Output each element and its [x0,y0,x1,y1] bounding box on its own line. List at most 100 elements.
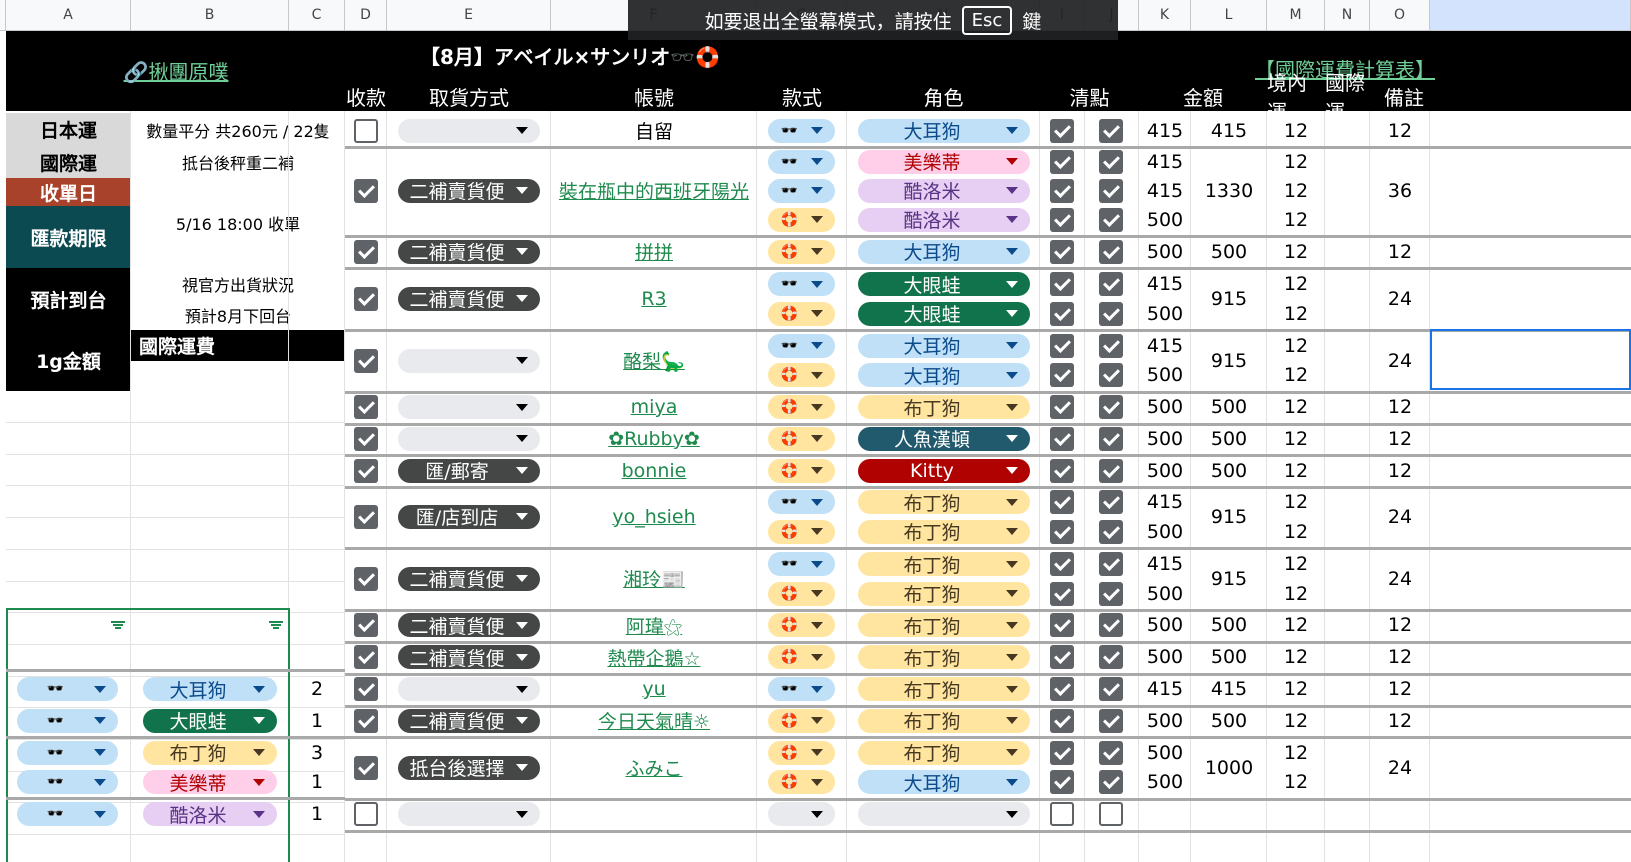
column-header-M[interactable]: M [1267,0,1325,31]
style-dropdown[interactable]: 🛟 [768,519,835,544]
verify-checkbox[interactable] [1099,802,1123,826]
column-header-B[interactable]: B [131,0,289,31]
role-dropdown[interactable]: 大眼蛙 [858,272,1030,296]
count-checkbox[interactable] [1050,770,1074,794]
account-name[interactable]: 拼拼 [551,237,757,266]
role-dropdown[interactable]: 布丁狗 [858,552,1030,576]
style-dropdown[interactable] [768,802,835,826]
style-dropdown[interactable]: 🕶️ [768,178,835,203]
pickup-dropdown[interactable] [398,426,540,451]
account-link[interactable]: ✿Rubby✿ [608,428,700,450]
account-link[interactable]: yu [642,678,665,700]
count-checkbox[interactable] [1050,708,1074,733]
pickup-dropdown[interactable]: 二補賣貨便 [398,708,540,733]
count-checkbox[interactable] [1050,677,1074,701]
count-checkbox[interactable] [1050,613,1074,637]
verify-checkbox[interactable] [1099,740,1123,765]
pickup-dropdown[interactable]: 二補賣貨便 [398,645,540,669]
verify-checkbox[interactable] [1099,301,1123,326]
style-dropdown[interactable]: 🛟 [768,645,835,669]
count-checkbox[interactable] [1050,395,1074,419]
style-dropdown[interactable]: 🛟 [768,770,835,794]
verify-checkbox[interactable] [1099,490,1123,514]
account-link[interactable]: 阿瑋⚝ [626,612,682,639]
paid-checkbox[interactable] [354,286,378,311]
style-dropdown[interactable]: 🛟 [768,395,835,419]
role-dropdown[interactable]: 酷洛米 [858,207,1030,232]
pickup-dropdown[interactable]: 二補賣貨便 [398,613,540,637]
account-name[interactable]: 熱帶企鵝☆ [551,642,757,672]
style-dropdown[interactable]: 🛟 [768,613,835,637]
count-checkbox[interactable] [1050,272,1074,296]
verify-checkbox[interactable] [1099,207,1123,232]
verify-checkbox[interactable] [1099,708,1123,733]
pickup-dropdown[interactable]: 抵台後選擇 [398,755,540,780]
account-name[interactable]: yu [551,674,757,704]
paid-checkbox[interactable] [354,395,378,419]
role-dropdown[interactable]: 布丁狗 [858,740,1030,765]
count-checkbox[interactable] [1050,458,1074,483]
paid-checkbox[interactable] [354,239,378,264]
style-dropdown[interactable]: 🛟 [768,740,835,765]
role-dropdown[interactable]: 酷洛米 [858,178,1030,203]
pickup-dropdown[interactable] [398,118,540,143]
count-checkbox[interactable] [1050,301,1074,326]
account-link[interactable]: 今日天氣晴☼ [598,707,710,734]
style-dropdown[interactable]: 🛟 [768,426,835,451]
role-dropdown[interactable]: 大耳狗 [858,770,1030,794]
role-dropdown[interactable]: 布丁狗 [858,645,1030,669]
pickup-dropdown[interactable]: 二補賣貨便 [398,239,540,264]
paid-checkbox[interactable] [354,566,378,591]
pickup-dropdown[interactable]: 二補賣貨便 [398,178,540,203]
summary-role-dropdown[interactable]: 大耳狗 [143,677,277,701]
count-checkbox[interactable] [1050,490,1074,514]
role-dropdown[interactable]: 布丁狗 [858,395,1030,419]
column-header-K[interactable]: K [1139,0,1191,31]
verify-checkbox[interactable] [1099,272,1123,296]
role-dropdown[interactable]: 大眼蛙 [858,301,1030,326]
verify-checkbox[interactable] [1099,426,1123,451]
count-checkbox[interactable] [1050,740,1074,765]
count-checkbox[interactable] [1050,239,1074,264]
verify-checkbox[interactable] [1099,395,1123,419]
count-checkbox[interactable] [1050,552,1074,576]
role-dropdown[interactable]: 布丁狗 [858,490,1030,514]
pickup-dropdown[interactable]: 匯/店到店 [398,504,540,529]
role-dropdown[interactable]: 布丁狗 [858,613,1030,637]
verify-checkbox[interactable] [1099,581,1123,606]
account-link[interactable]: yo_hsieh [612,506,695,528]
style-dropdown[interactable]: 🛟 [768,581,835,606]
summary-style-dropdown[interactable]: 🕶️ [17,708,118,733]
style-dropdown[interactable]: 🛟 [768,363,835,387]
count-checkbox[interactable] [1050,426,1074,451]
account-link[interactable]: 熱帶企鵝☆ [607,644,700,671]
paid-checkbox[interactable] [354,755,378,780]
role-dropdown[interactable] [858,802,1030,826]
verify-checkbox[interactable] [1099,178,1123,203]
account-name[interactable]: ✿Rubby✿ [551,424,757,453]
summary-style-dropdown[interactable]: 🕶️ [17,802,118,826]
verify-checkbox[interactable] [1099,363,1123,387]
column-header-N[interactable]: N [1325,0,1370,31]
account-name[interactable]: 酪梨🦕 [551,331,757,390]
paid-checkbox[interactable] [354,348,378,373]
account-name[interactable] [551,799,757,829]
verify-checkbox[interactable] [1099,118,1123,143]
pickup-dropdown[interactable]: 匯/郵寄 [398,458,540,483]
paid-checkbox[interactable] [354,645,378,669]
role-dropdown[interactable]: 布丁狗 [858,677,1030,701]
account-name[interactable]: 今日天氣晴☼ [551,706,757,735]
style-dropdown[interactable]: 🕶️ [768,149,835,174]
pickup-dropdown[interactable] [398,802,540,826]
column-header-O[interactable]: O [1370,0,1430,31]
style-dropdown[interactable]: 🛟 [768,458,835,483]
style-dropdown[interactable]: 🕶️ [768,118,835,143]
verify-checkbox[interactable] [1099,645,1123,669]
summary-style-dropdown[interactable]: 🕶️ [17,770,118,794]
paid-checkbox[interactable] [354,458,378,483]
selected-cell[interactable] [1430,329,1631,390]
count-checkbox[interactable] [1050,178,1074,203]
account-link[interactable]: R3 [641,288,666,310]
column-header-A[interactable]: A [6,0,131,31]
role-dropdown[interactable]: 大耳狗 [858,363,1030,387]
